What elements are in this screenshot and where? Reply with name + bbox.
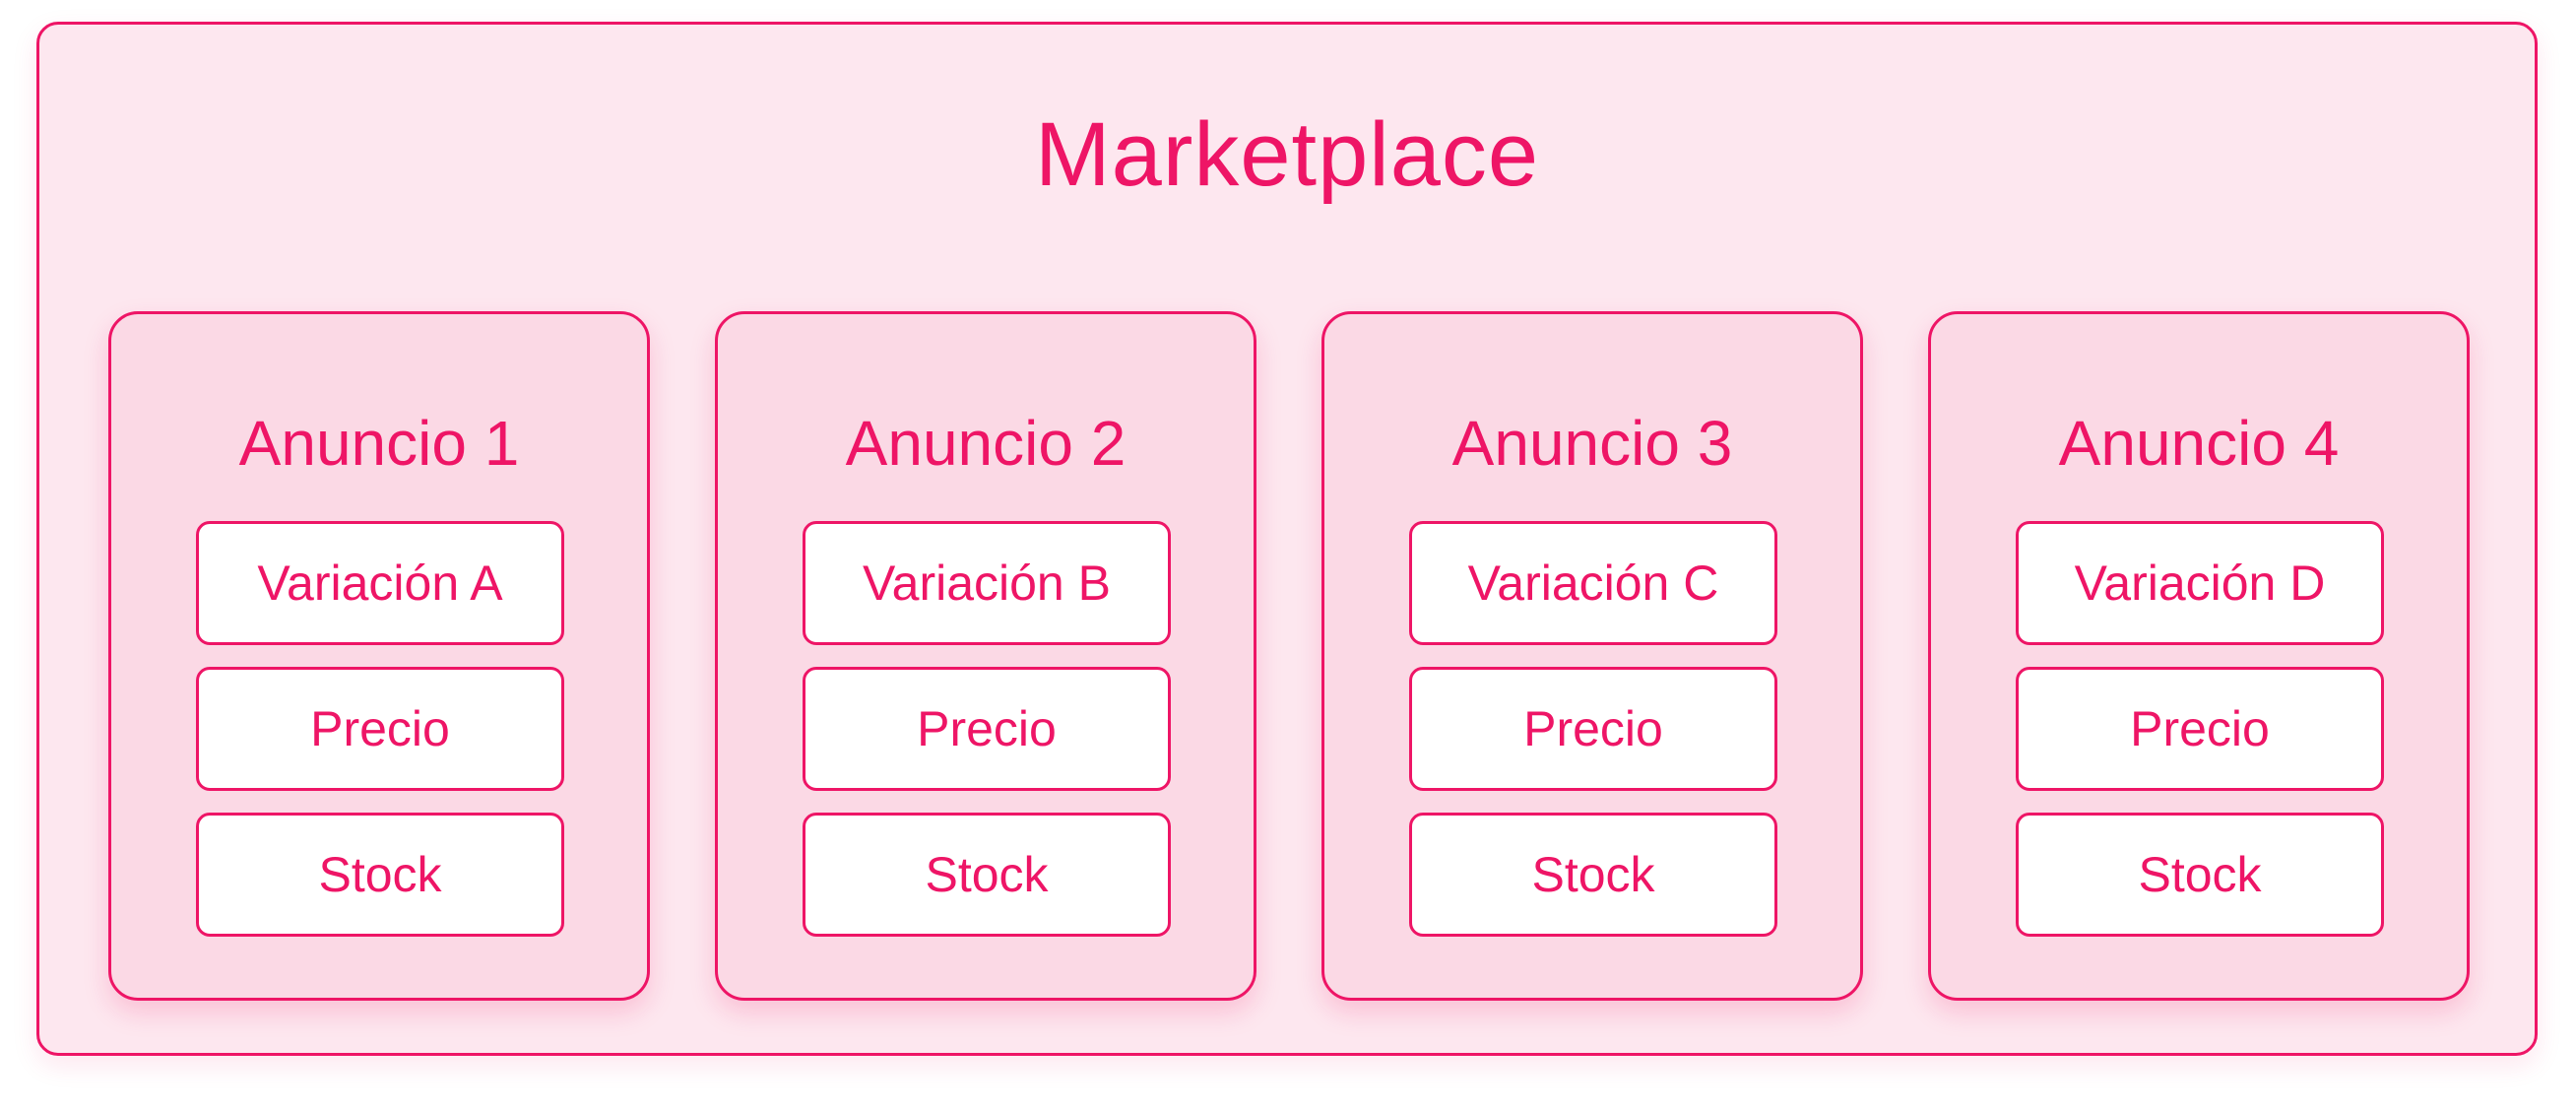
price-label: Precio — [917, 701, 1057, 756]
price-box: Precio — [196, 667, 564, 791]
price-box: Precio — [2016, 667, 2384, 791]
listing-title: Anuncio 1 — [238, 408, 520, 479]
stock-label: Stock — [318, 847, 442, 902]
listing-title: Anuncio 4 — [2058, 408, 2340, 479]
stock-box: Stock — [803, 813, 1171, 937]
variation-box: Variación B — [803, 521, 1171, 645]
listing-card-4: Anuncio 4 Variación D Precio Stock — [1928, 311, 2470, 1001]
variation-label: Variación D — [2074, 556, 2326, 611]
stock-label: Stock — [2138, 847, 2262, 902]
variation-label: Variación A — [257, 556, 503, 611]
variation-box: Variación C — [1409, 521, 1777, 645]
listing-card-1: Anuncio 1 Variación A Precio Stock — [108, 311, 650, 1001]
price-label: Precio — [1523, 701, 1663, 756]
variation-box: Variación A — [196, 521, 564, 645]
listing-title: Anuncio 3 — [1451, 408, 1733, 479]
stock-box: Stock — [196, 813, 564, 937]
price-label: Precio — [310, 701, 450, 756]
stock-box: Stock — [2016, 813, 2384, 937]
price-box: Precio — [803, 667, 1171, 791]
variation-label: Variación B — [863, 556, 1111, 611]
listing-card-3: Anuncio 3 Variación C Precio Stock — [1321, 311, 1863, 1001]
stock-box: Stock — [1409, 813, 1777, 937]
listing-title: Anuncio 2 — [845, 408, 1127, 479]
stock-label: Stock — [925, 847, 1049, 902]
variation-label: Variación C — [1467, 556, 1719, 611]
marketplace-title: Marketplace — [1034, 104, 1540, 205]
price-box: Precio — [1409, 667, 1777, 791]
variation-box: Variación D — [2016, 521, 2384, 645]
marketplace-container: Marketplace Anuncio 1 Variación A Precio… — [36, 22, 2538, 1056]
price-label: Precio — [2130, 701, 2270, 756]
listing-card-2: Anuncio 2 Variación B Precio Stock — [715, 311, 1256, 1001]
stock-label: Stock — [1531, 847, 1655, 902]
